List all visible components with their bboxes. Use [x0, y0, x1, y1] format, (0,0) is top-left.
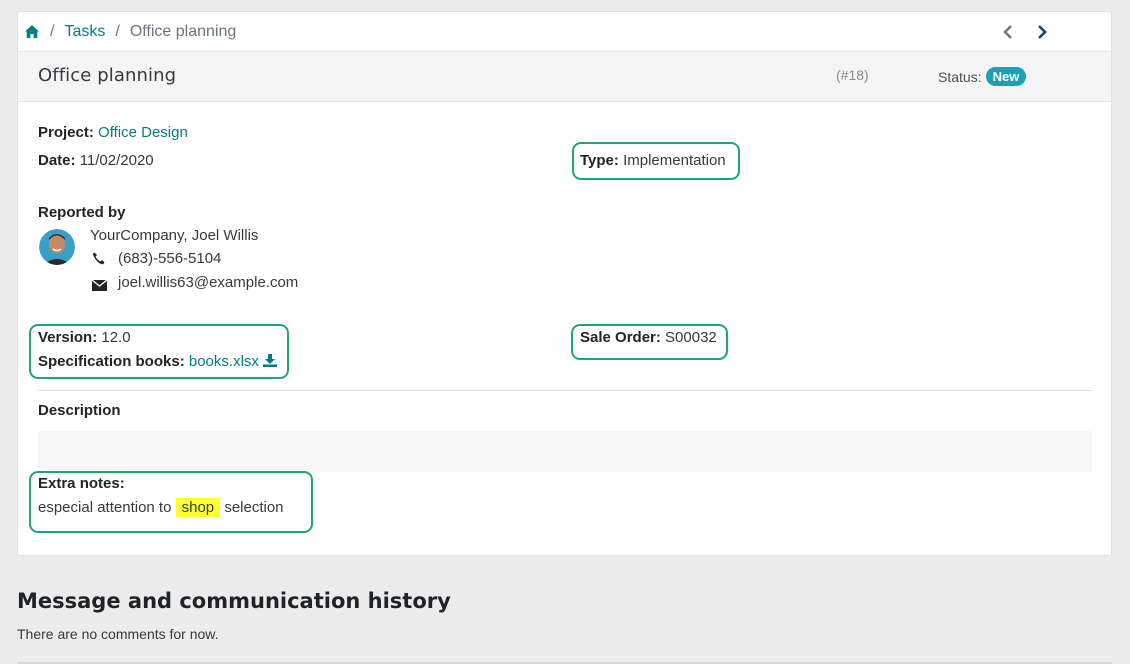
date-value: 11/02/2020 — [79, 152, 154, 169]
project-label: Project: — [38, 124, 94, 141]
date-label: Date: — [38, 152, 76, 169]
reported-by-label: Reported by — [38, 204, 126, 221]
type-label: Type: — [580, 152, 619, 169]
phone-icon — [92, 252, 106, 266]
envelope-icon — [91, 278, 108, 291]
history-empty-message: There are no comments for now. — [17, 626, 219, 642]
chevron-left-icon[interactable] — [1001, 22, 1015, 42]
task-card: / Tasks / Office planning Office plannin… — [17, 11, 1112, 556]
task-header: Office planning (#18) Status: New — [18, 52, 1111, 102]
avatar — [39, 229, 75, 265]
status: Status: New — [938, 67, 1027, 86]
version-label: Version: — [38, 329, 98, 346]
type-value: Implementation — [623, 152, 726, 169]
reporter-phone: (683)-556-5104 — [118, 250, 222, 267]
spec-books-label: Specification books: — [38, 353, 185, 370]
reporter-email[interactable]: joel.willis63@example.com — [118, 274, 298, 291]
breadcrumb-separator: / — [115, 22, 120, 40]
project-field: Project: Office Design — [38, 124, 188, 141]
version-field: Version: 12.0 — [38, 329, 131, 346]
divider — [38, 390, 1092, 391]
page-title: Office planning — [38, 65, 177, 86]
pager — [1001, 22, 1049, 42]
status-label: Status: — [938, 68, 982, 85]
description-label: Description — [38, 402, 121, 419]
extra-notes-before: especial attention to — [38, 499, 172, 516]
status-badge: New — [985, 67, 1027, 86]
date-field: Date: 11/02/2020 — [38, 152, 154, 169]
task-reference: (#18) — [836, 67, 869, 83]
chevron-right-icon[interactable] — [1035, 22, 1049, 42]
home-icon[interactable] — [24, 24, 40, 40]
breadcrumb-tasks-link[interactable]: Tasks — [64, 23, 105, 41]
breadcrumb-current: Office planning — [129, 22, 237, 40]
extra-notes-after: selection — [224, 499, 284, 516]
sale-order-field: Sale Order: S00032 — [580, 329, 717, 346]
extra-notes-label: Extra notes: — [38, 475, 125, 492]
history-title: Message and communication history — [17, 589, 451, 613]
breadcrumb: / Tasks / Office planning — [18, 12, 1111, 52]
download-icon[interactable] — [263, 354, 278, 371]
spec-books-link[interactable]: books.xlsx — [189, 353, 259, 370]
reporter-name: YourCompany, Joel Willis — [90, 227, 259, 244]
description-area — [38, 431, 1092, 472]
project-link[interactable]: Office Design — [98, 124, 188, 141]
sale-order-value: S00032 — [665, 329, 717, 346]
type-field: Type: Implementation — [580, 152, 726, 169]
spec-books-field: Specification books: books.xlsx — [38, 353, 278, 371]
breadcrumb-separator: / — [50, 22, 55, 40]
extra-notes-highlight: shop — [175, 498, 221, 517]
extra-notes-text: especial attention to shop selection — [38, 498, 284, 517]
version-value: 12.0 — [101, 329, 131, 346]
sale-order-label: Sale Order: — [580, 329, 661, 346]
